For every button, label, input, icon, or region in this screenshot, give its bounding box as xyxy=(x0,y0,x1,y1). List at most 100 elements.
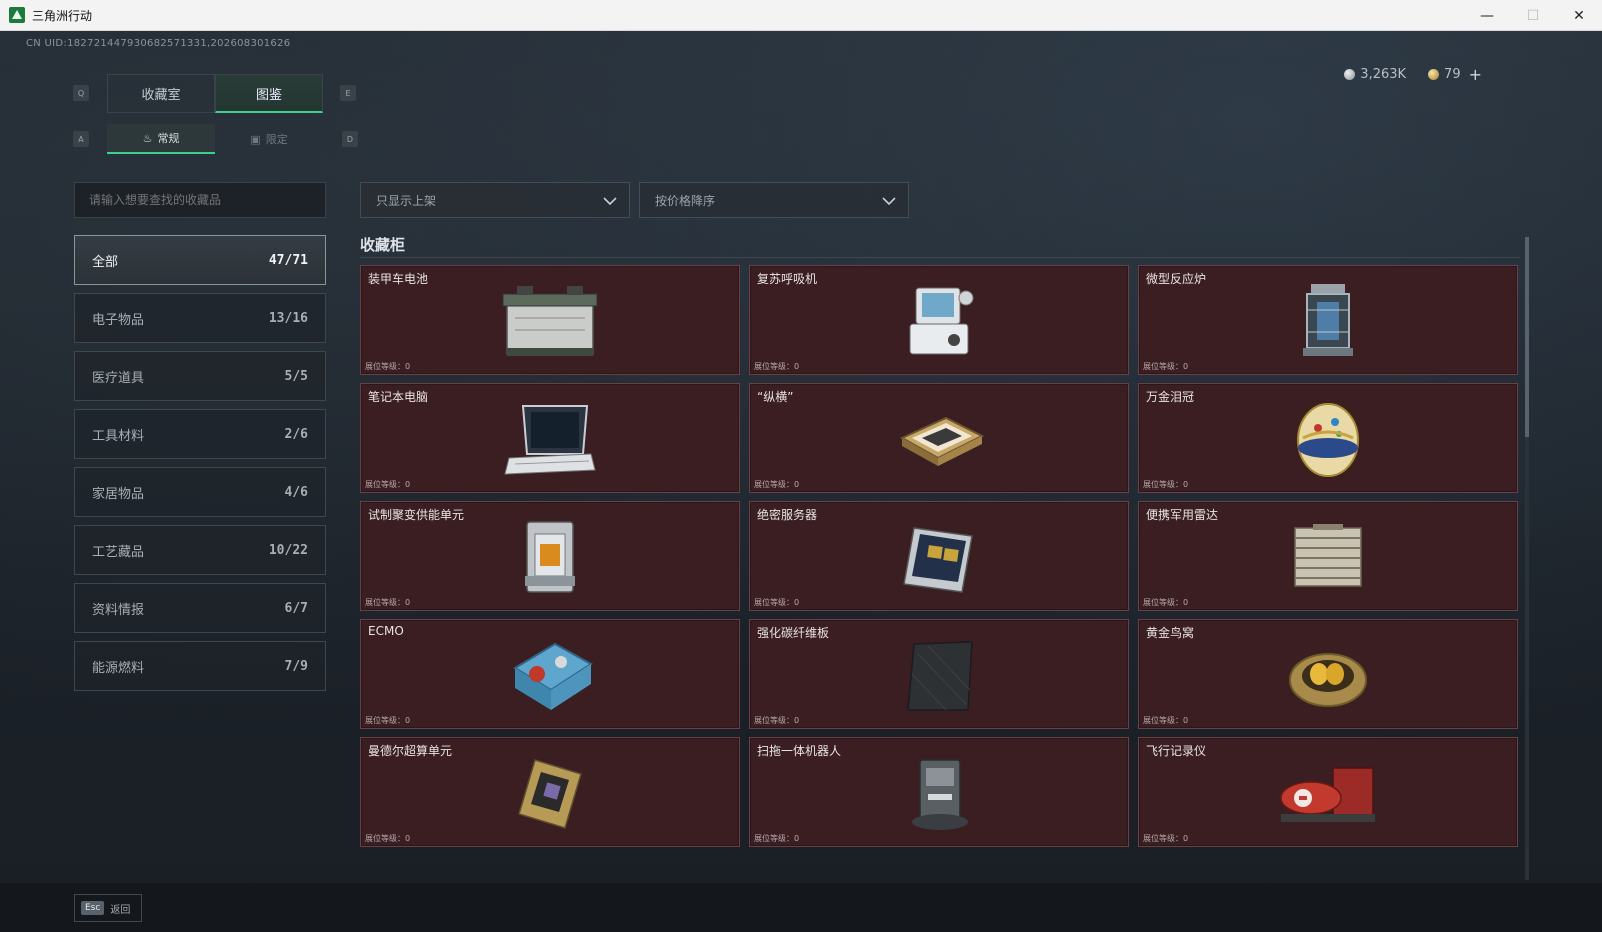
radar-icon xyxy=(1294,524,1362,587)
item-card[interactable]: 笔记本电脑 展位等级：0 xyxy=(360,383,740,493)
category-electronics[interactable]: 电子物品 13/16 xyxy=(74,293,326,343)
item-name: 飞行记录仪 xyxy=(1146,744,1207,758)
silver-coin-icon xyxy=(1344,69,1356,80)
item-card[interactable]: 试制聚变供能单元 展位等级：0 xyxy=(360,501,740,611)
item-name: 万金泪冠 xyxy=(1146,390,1195,404)
item-card[interactable]: 强化碳纤维板 展位等级：0 xyxy=(749,619,1129,729)
booth-level: 展位等级：0 xyxy=(754,480,800,489)
robot-vacuum-icon xyxy=(912,759,968,830)
maximize-button[interactable]: ☐ xyxy=(1510,0,1556,31)
window-controls: — ☐ ✕ xyxy=(1464,0,1602,31)
esc-key-hint: Esc xyxy=(81,901,105,915)
item-card[interactable]: 便携军用雷达 展位等级：0 xyxy=(1138,501,1518,611)
item-name: 笔记本电脑 xyxy=(368,390,429,404)
gold-coin-icon xyxy=(1428,69,1440,80)
item-name: 复苏呼吸机 xyxy=(757,272,818,286)
key-hint-d: D xyxy=(342,131,358,147)
category-intel[interactable]: 资料情报 6/7 xyxy=(74,583,326,633)
gold-amount: 79 xyxy=(1444,67,1461,82)
item-name: 绝密服务器 xyxy=(757,508,818,522)
item-card[interactable]: 曼德尔超算单元 展位等级：0 xyxy=(360,737,740,847)
item-name: 装甲车电池 xyxy=(368,272,429,286)
item-card[interactable]: 黄金鸟窝 展位等级：0 xyxy=(1138,619,1518,729)
supercomputer-chip-icon xyxy=(518,759,582,829)
close-button[interactable]: ✕ xyxy=(1556,0,1602,31)
item-name: 黄金鸟窝 xyxy=(1146,626,1195,640)
category-household[interactable]: 家居物品 4/6 xyxy=(74,467,326,517)
item-card[interactable]: 绝密服务器 展位等级：0 xyxy=(749,501,1129,611)
category-label: 能源燃料 xyxy=(92,660,145,676)
ecmo-icon xyxy=(513,642,593,710)
category-label: 工艺藏品 xyxy=(92,544,145,560)
scrollbar-thumb[interactable] xyxy=(1525,237,1529,437)
item-name: “纵横” xyxy=(757,390,794,404)
category-all[interactable]: 全部 47/71 xyxy=(74,235,326,285)
flask-icon: ♨ xyxy=(142,131,153,145)
category-label: 资料情报 xyxy=(92,602,145,618)
search-input[interactable] xyxy=(74,182,326,218)
collection-grid: 装甲车电池 展位等级：0 复苏呼吸机 展位等级：0 微型反应炉 展位等级：0 笔… xyxy=(360,265,1520,847)
minimize-button[interactable]: — xyxy=(1464,0,1510,31)
carbon-plate-icon xyxy=(907,641,973,711)
tab-catalog[interactable]: 图鉴 xyxy=(215,74,323,113)
tab-collection-room[interactable]: 收藏室 xyxy=(107,74,215,113)
key-hint-a: A xyxy=(73,131,89,147)
window-title: 三角洲行动 xyxy=(32,8,93,23)
item-card[interactable]: “纵横” 展位等级：0 xyxy=(749,383,1129,493)
bottom-bar: Esc 返回 xyxy=(0,883,1602,932)
subtab-regular-label: 常规 xyxy=(157,132,180,145)
back-button[interactable]: Esc 返回 xyxy=(74,894,142,922)
category-count: 6/7 xyxy=(284,600,308,616)
sub-tabs: ♨ 常规 ▣ 限定 xyxy=(107,124,323,154)
category-energy[interactable]: 能源燃料 7/9 xyxy=(74,641,326,691)
category-label: 电子物品 xyxy=(92,312,145,328)
item-name: 微型反应炉 xyxy=(1146,272,1207,286)
chessboard-icon xyxy=(899,416,985,466)
jeweled-egg-icon xyxy=(1297,403,1359,477)
category-count: 47/71 xyxy=(268,252,308,268)
category-count: 4/6 xyxy=(284,484,308,500)
currency-display: 3,263K 79 + xyxy=(1344,65,1482,84)
key-hint-q: Q xyxy=(73,85,89,101)
item-card[interactable]: 飞行记录仪 展位等级：0 xyxy=(1138,737,1518,847)
category-count: 10/22 xyxy=(268,542,308,558)
booth-level: 展位等级：0 xyxy=(365,716,411,725)
chevron-down-icon xyxy=(601,192,619,210)
subtab-regular[interactable]: ♨ 常规 xyxy=(107,124,215,154)
booth-level: 展位等级：0 xyxy=(1143,480,1189,489)
sort-value: 按价格降序 xyxy=(655,193,716,208)
silver-amount: 3,263K xyxy=(1360,67,1407,82)
reactor-icon xyxy=(1303,284,1353,356)
booth-level: 展位等级：0 xyxy=(365,598,411,607)
shelf-filter-dropdown[interactable]: 只显示上架 xyxy=(360,182,630,218)
collection-grid-viewport: 装甲车电池 展位等级：0 复苏呼吸机 展位等级：0 微型反应炉 展位等级：0 笔… xyxy=(360,265,1520,879)
item-card[interactable]: 扫拖一体机器人 展位等级：0 xyxy=(749,737,1129,847)
section-title: 收藏柜 xyxy=(360,236,406,254)
add-currency-button[interactable]: + xyxy=(1469,65,1482,84)
booth-level: 展位等级：0 xyxy=(754,834,800,843)
item-card[interactable]: 复苏呼吸机 展位等级：0 xyxy=(749,265,1129,375)
item-name: ECMO xyxy=(368,624,404,638)
booth-level: 展位等级：0 xyxy=(1143,834,1189,843)
category-label: 家居物品 xyxy=(92,486,145,502)
item-card[interactable]: ECMO 展位等级：0 xyxy=(360,619,740,729)
laptop-icon xyxy=(504,405,596,475)
chevron-down-icon xyxy=(880,192,898,210)
item-card[interactable]: 装甲车电池 展位等级：0 xyxy=(360,265,740,375)
item-card[interactable]: 微型反应炉 展位等级：0 xyxy=(1138,265,1518,375)
golden-nest-icon xyxy=(1289,653,1367,707)
item-card[interactable]: 万金泪冠 展位等级：0 xyxy=(1138,383,1518,493)
category-label: 工具材料 xyxy=(92,428,145,444)
category-medical[interactable]: 医疗道具 5/5 xyxy=(74,351,326,401)
server-icon xyxy=(903,527,973,593)
sort-dropdown[interactable]: 按价格降序 xyxy=(639,182,909,218)
category-tools[interactable]: 工具材料 2/6 xyxy=(74,409,326,459)
category-label: 医疗道具 xyxy=(92,370,145,386)
item-name: 强化碳纤维板 xyxy=(757,626,830,640)
key-hint-e: E xyxy=(340,85,356,101)
subtab-limited[interactable]: ▣ 限定 xyxy=(215,124,323,154)
item-name: 曼德尔超算单元 xyxy=(368,744,453,758)
ventilator-icon xyxy=(909,287,974,355)
category-crafts[interactable]: 工艺藏品 10/22 xyxy=(74,525,326,575)
limited-icon: ▣ xyxy=(250,132,261,146)
